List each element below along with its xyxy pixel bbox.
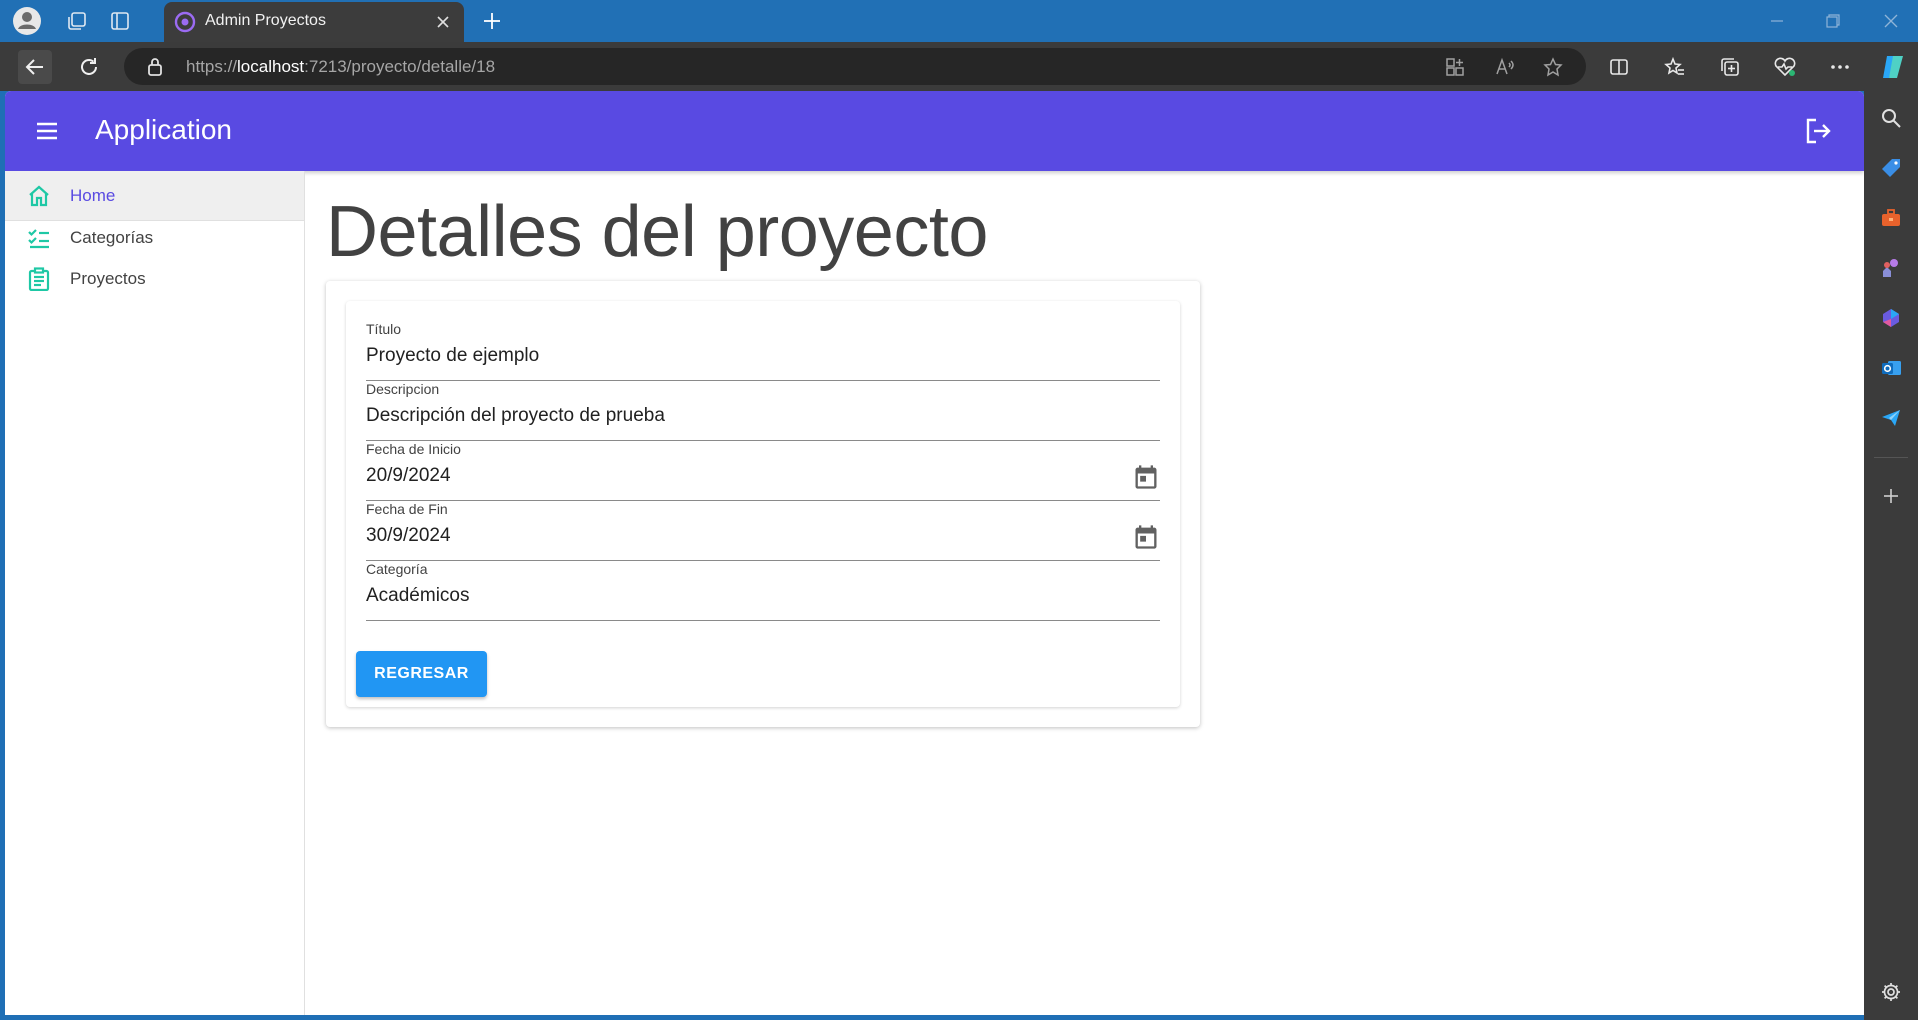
copilot-sidebar-icon[interactable] xyxy=(1878,305,1904,331)
page-title: Detalles del proyecto xyxy=(326,192,988,272)
browser-sidebar xyxy=(1864,91,1918,1020)
field-label-fecha-fin: Fecha de Fin xyxy=(366,501,448,517)
nav-label-proyectos: Proyectos xyxy=(70,269,146,288)
collections-icon[interactable] xyxy=(1713,50,1747,84)
field-titulo[interactable]: Título Proyecto de ejemplo xyxy=(366,321,1160,381)
field-value-descripcion: Descripción del proyecto de prueba xyxy=(366,405,665,426)
tab-title: Admin Proyectos xyxy=(205,12,326,29)
field-label-descripcion: Descripcion xyxy=(366,381,440,397)
add-icon[interactable] xyxy=(1878,483,1904,509)
url-text[interactable]: https://localhost:7213/proyecto/detalle/… xyxy=(186,57,495,77)
profile-icon[interactable] xyxy=(11,5,43,37)
lock-icon[interactable] xyxy=(146,57,164,82)
details-form: Título Proyecto de ejemplo Descripcion D… xyxy=(346,301,1180,707)
back-arrow-icon[interactable] xyxy=(18,50,52,84)
refresh-icon[interactable] xyxy=(72,50,106,84)
favorites-icon[interactable] xyxy=(1658,50,1692,84)
app-available-icon[interactable] xyxy=(1444,56,1466,78)
main-content: Detalles del proyecto Título Proyecto de… xyxy=(305,171,1864,1015)
split-screen-icon[interactable] xyxy=(1602,50,1636,84)
outlook-icon[interactable] xyxy=(1878,355,1904,381)
field-value-fecha-inicio: 20/9/2024 xyxy=(366,465,451,486)
hamburger-menu-icon[interactable] xyxy=(31,115,63,147)
new-tab-icon[interactable] xyxy=(476,5,508,37)
field-fecha-fin[interactable]: Fecha de Fin 30/9/2024 xyxy=(366,501,1160,561)
field-value-categoria: Académicos xyxy=(366,585,470,606)
nav-label-categorias: Categorías xyxy=(70,228,154,247)
app-bar: Application xyxy=(5,91,1864,171)
more-options-icon[interactable] xyxy=(1823,50,1857,84)
read-aloud-icon[interactable] xyxy=(1494,56,1516,78)
regresar-button[interactable]: REGRESAR xyxy=(356,651,487,697)
settings-gear-icon[interactable] xyxy=(1878,979,1904,1005)
page-viewport: Application Home Categorías Proyectos De… xyxy=(5,91,1864,1015)
nav-item-proyectos[interactable]: Proyectos xyxy=(5,254,304,304)
copilot-icon[interactable] xyxy=(1876,50,1910,84)
home-icon xyxy=(27,184,51,208)
checklist-icon xyxy=(27,226,51,250)
browser-essentials-icon[interactable] xyxy=(1768,50,1802,84)
details-card: Título Proyecto de ejemplo Descripcion D… xyxy=(326,281,1200,727)
browser-tab-strip: Admin Proyectos xyxy=(0,0,1918,42)
workspaces-icon[interactable] xyxy=(61,5,93,37)
field-value-titulo: Proyecto de ejemplo xyxy=(366,345,540,366)
field-fecha-inicio[interactable]: Fecha de Inicio 20/9/2024 xyxy=(366,441,1160,501)
field-label-titulo: Título xyxy=(366,321,402,337)
field-label-categoria: Categoría xyxy=(366,561,428,577)
search-icon[interactable] xyxy=(1878,105,1904,131)
field-label-fecha-inicio: Fecha de Inicio xyxy=(366,441,461,457)
close-window-icon[interactable] xyxy=(1878,8,1904,34)
close-tab-icon[interactable] xyxy=(432,11,454,38)
restore-icon[interactable] xyxy=(1820,8,1846,34)
send-icon[interactable] xyxy=(1878,405,1904,431)
clipboard-icon xyxy=(27,267,51,292)
sidebar-separator xyxy=(1874,457,1908,458)
shopping-tag-icon[interactable] xyxy=(1878,155,1904,181)
logout-icon[interactable] xyxy=(1802,115,1834,147)
blazor-favicon-icon xyxy=(174,11,196,38)
field-value-fecha-fin: 30/9/2024 xyxy=(366,525,451,546)
nav-label-home: Home xyxy=(70,186,116,205)
tools-briefcase-icon[interactable] xyxy=(1878,205,1904,231)
calendar-icon[interactable] xyxy=(1132,463,1160,491)
calendar-icon[interactable] xyxy=(1132,523,1160,551)
favorite-star-icon[interactable] xyxy=(1542,56,1564,78)
minimize-icon[interactable] xyxy=(1764,8,1790,34)
field-categoria[interactable]: Categoría Académicos xyxy=(366,561,1160,621)
tab-admin-proyectos[interactable]: Admin Proyectos xyxy=(164,2,464,42)
address-bar[interactable]: https://localhost:7213/proyecto/detalle/… xyxy=(124,48,1586,85)
games-icon[interactable] xyxy=(1878,255,1904,281)
tab-actions-icon[interactable] xyxy=(104,5,136,37)
browser-toolbar: https://localhost:7213/proyecto/detalle/… xyxy=(0,42,1918,91)
nav-drawer: Home Categorías Proyectos xyxy=(5,171,305,1015)
app-title: Application xyxy=(95,114,232,145)
field-descripcion[interactable]: Descripcion Descripción del proyecto de … xyxy=(366,381,1160,441)
